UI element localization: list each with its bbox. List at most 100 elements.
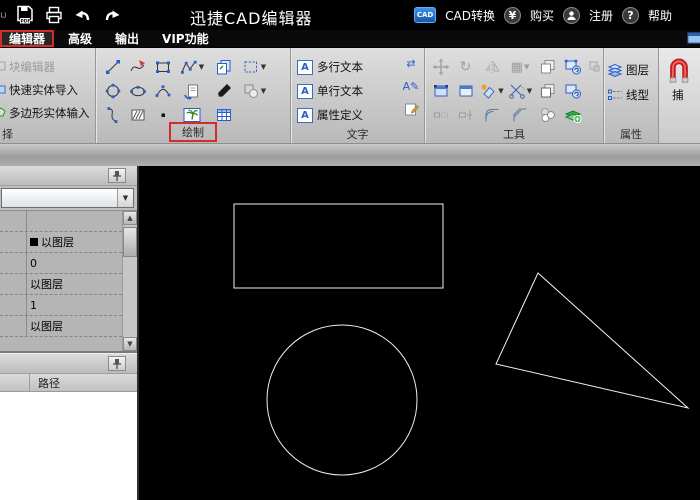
tab-editor[interactable]: 编辑器 bbox=[0, 30, 54, 47]
ribbon-toggle-icon[interactable] bbox=[687, 32, 700, 46]
drawing-canvas[interactable] bbox=[139, 166, 700, 500]
draw-icon-grid: ▼ ▼ ▼ bbox=[96, 48, 290, 127]
table-row[interactable]: 0 bbox=[0, 253, 122, 274]
ribbon-group-props: 图层 线型 属性 bbox=[604, 48, 659, 143]
help-button[interactable]: 帮助 bbox=[648, 7, 672, 24]
find-replace-icon[interactable]: ⇄ bbox=[403, 55, 419, 71]
redo-icon[interactable] bbox=[102, 4, 122, 26]
rotate-icon[interactable]: ↻ bbox=[453, 55, 478, 79]
chevron-down-icon: ▼ bbox=[199, 63, 204, 71]
ribbon-group-text: A 多行文本 A 单行文本 A 属性定义 ⇄ A✎ 文字 bbox=[291, 48, 425, 143]
array-icon[interactable]: ▦▼ bbox=[505, 55, 535, 79]
spline-icon[interactable] bbox=[125, 55, 150, 79]
linetype-button[interactable]: 线型 bbox=[604, 82, 658, 107]
move-icon[interactable] bbox=[428, 55, 453, 79]
tab-advanced[interactable]: 高级 bbox=[59, 30, 101, 47]
path-header-spacer[interactable] bbox=[0, 374, 30, 391]
properties-panel: ▼ 以图层 0 bbox=[0, 166, 137, 353]
pin-icon[interactable] bbox=[108, 356, 126, 371]
block-copy-icon[interactable] bbox=[209, 55, 239, 79]
magnet-icon[interactable] bbox=[666, 54, 700, 86]
paste-block-icon[interactable] bbox=[453, 79, 478, 103]
titlebar-actions: CAD CAD转换 ¥ 购买 注册 ? 帮助 bbox=[414, 0, 672, 30]
group-label-tools: 工具 bbox=[425, 126, 603, 142]
snap-label: 捕 bbox=[672, 87, 700, 103]
path-panel-titlebar[interactable] bbox=[0, 354, 137, 374]
export-page-icon[interactable] bbox=[175, 79, 209, 103]
path-table-header: 路径 bbox=[0, 374, 137, 392]
path-list-body[interactable] bbox=[0, 392, 137, 500]
buy-button[interactable]: 购买 bbox=[530, 7, 554, 24]
scale-icon[interactable] bbox=[428, 103, 453, 127]
chevron-down-icon: ▼ bbox=[261, 63, 266, 71]
polygon-entity-input-icon bbox=[0, 107, 6, 117]
attribute-define-icon: A bbox=[297, 108, 313, 123]
trim-icon[interactable]: ▼ bbox=[505, 79, 535, 103]
cad-editor-window: PDF bbox=[0, 0, 700, 500]
properties-panel-titlebar[interactable] bbox=[0, 166, 137, 186]
scrollbar-thumb[interactable] bbox=[123, 227, 137, 257]
polygon-entity-input-button[interactable]: 多边形实体输入 bbox=[0, 101, 95, 124]
erase-icon[interactable]: ▼ bbox=[478, 79, 505, 103]
copy-nested-icon[interactable] bbox=[535, 79, 560, 103]
text-style-icon[interactable]: A✎ bbox=[403, 78, 419, 94]
save-pdf-icon[interactable]: PDF bbox=[15, 4, 35, 26]
tab-output[interactable]: 输出 bbox=[106, 30, 148, 47]
edit-text-icon[interactable] bbox=[403, 101, 419, 117]
arc-icon[interactable] bbox=[150, 79, 175, 103]
stretch-icon[interactable] bbox=[453, 103, 478, 127]
color-swatch bbox=[30, 238, 38, 246]
table-row[interactable]: 以图层 bbox=[0, 274, 122, 295]
line-icon[interactable] bbox=[100, 55, 125, 79]
help-icon[interactable]: ? bbox=[622, 7, 639, 24]
chevron-down-icon[interactable]: ▼ bbox=[117, 189, 133, 207]
path-column-header[interactable]: 路径 bbox=[30, 374, 137, 391]
copy-objects-icon[interactable] bbox=[535, 55, 560, 79]
block-update-icon[interactable] bbox=[560, 55, 586, 79]
pencil-icon[interactable] bbox=[209, 79, 239, 103]
chamfer-icon[interactable] bbox=[505, 103, 535, 127]
ellipse-icon[interactable] bbox=[125, 79, 150, 103]
app-title: 迅捷CAD编辑器 bbox=[190, 5, 312, 29]
save-icon[interactable] bbox=[0, 4, 6, 26]
print-icon[interactable] bbox=[44, 4, 64, 26]
table-row[interactable]: 1 bbox=[0, 295, 122, 316]
rectangle-icon[interactable] bbox=[150, 55, 175, 79]
polyline-icon[interactable]: ▼ bbox=[175, 55, 209, 79]
region-icon[interactable]: ▼ bbox=[239, 55, 269, 79]
circle-icon[interactable] bbox=[100, 79, 125, 103]
group-label-select: 择 bbox=[0, 126, 95, 142]
tab-vip[interactable]: VIP功能 bbox=[153, 30, 218, 47]
quick-entity-import-button[interactable]: 快速实体导入 bbox=[0, 78, 95, 101]
wipeout-icon[interactable]: ▼ bbox=[239, 79, 269, 103]
purge-icon[interactable] bbox=[586, 55, 604, 79]
group-label-text: 文字 bbox=[291, 126, 424, 142]
table-row[interactable]: 以图层 bbox=[0, 316, 122, 337]
paste-icon[interactable] bbox=[428, 79, 453, 103]
block-editor-button[interactable]: 块编辑器 bbox=[0, 55, 95, 78]
group-label-draw: 绘制 bbox=[96, 122, 290, 142]
scroll-up-icon[interactable]: ▲ bbox=[123, 211, 137, 225]
scroll-down-icon[interactable]: ▼ bbox=[123, 337, 137, 351]
block-sync-icon[interactable] bbox=[560, 79, 586, 103]
fillet-icon[interactable] bbox=[478, 103, 505, 127]
user-icon[interactable] bbox=[563, 7, 580, 24]
group-circles-icon[interactable] bbox=[535, 103, 560, 127]
cad-convert-icon[interactable]: CAD bbox=[414, 7, 436, 23]
table-row[interactable]: 以图层 bbox=[0, 232, 122, 253]
quick-entity-import-icon bbox=[0, 84, 6, 94]
table-row[interactable] bbox=[0, 211, 122, 232]
yuan-icon[interactable]: ¥ bbox=[504, 7, 521, 24]
layer-add-icon[interactable] bbox=[560, 103, 586, 127]
mirror-icon[interactable] bbox=[478, 55, 505, 79]
titlebar-quick-icons: PDF bbox=[0, 4, 122, 26]
undo-icon[interactable] bbox=[73, 4, 93, 26]
layers-button[interactable]: 图层 bbox=[604, 57, 658, 82]
pin-icon[interactable] bbox=[108, 168, 126, 183]
property-filter-combobox[interactable]: ▼ bbox=[1, 188, 134, 208]
vertical-scrollbar[interactable]: ▲ ▼ bbox=[122, 211, 137, 351]
titlebar: PDF bbox=[0, 0, 700, 30]
drawing-svg bbox=[139, 166, 698, 500]
cad-convert-button[interactable]: CAD转换 bbox=[445, 7, 495, 24]
register-button[interactable]: 注册 bbox=[589, 7, 613, 24]
